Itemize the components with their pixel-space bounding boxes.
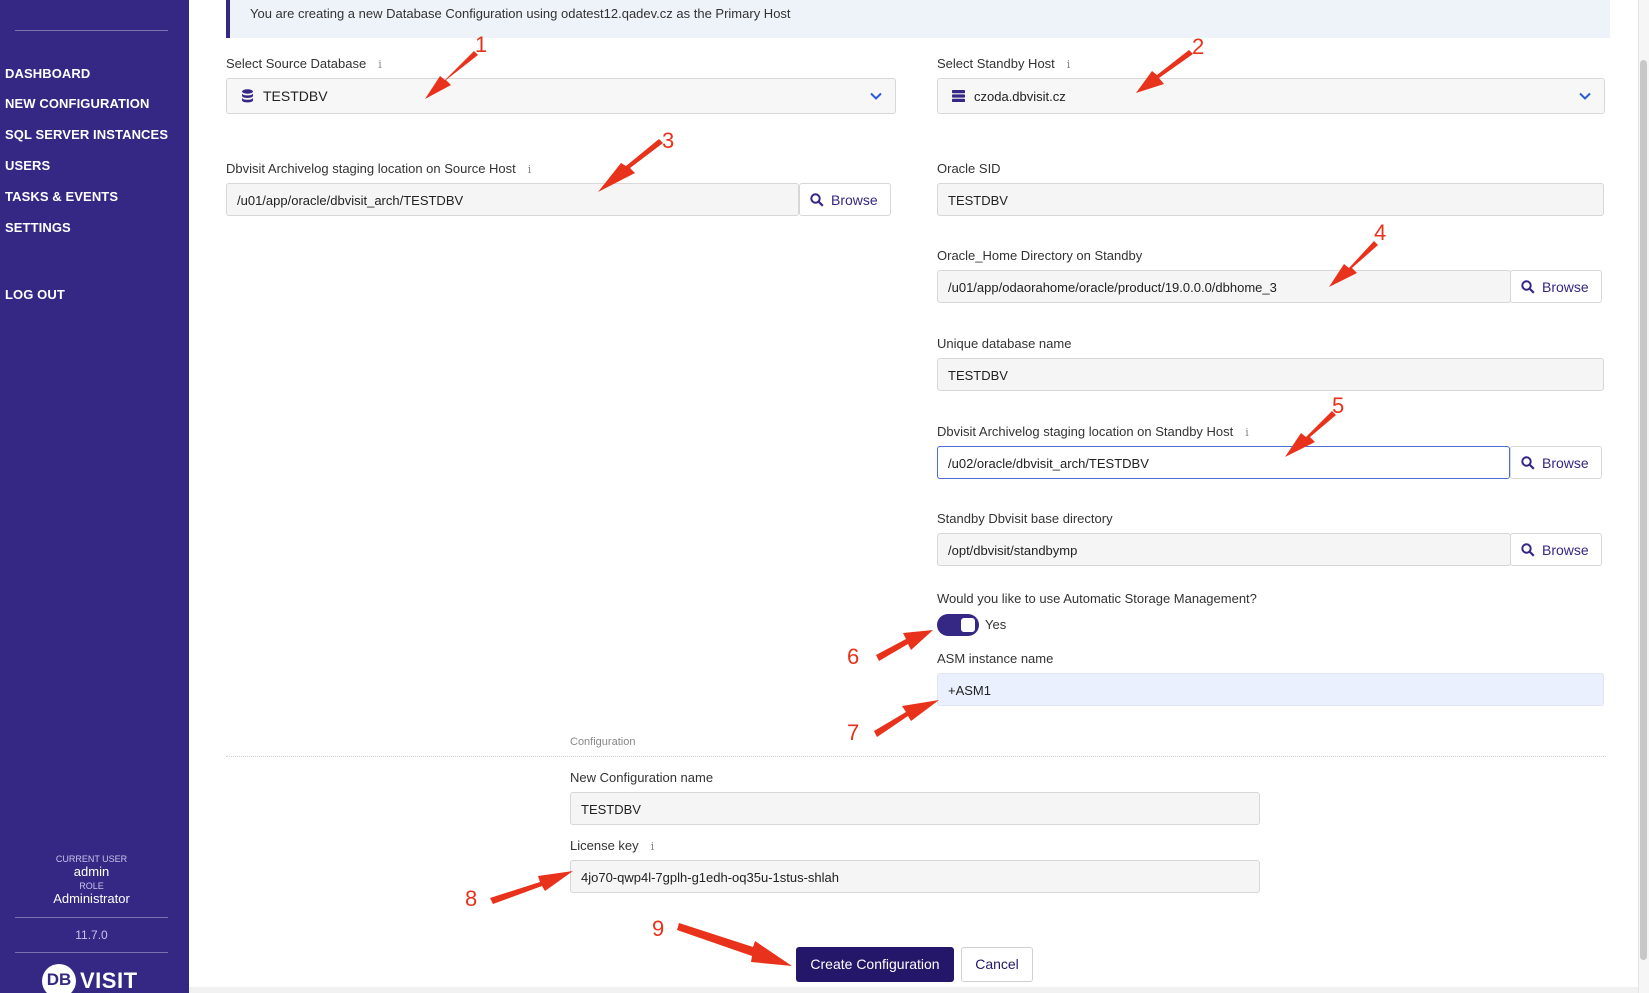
annotation-arrow-2: [1136, 50, 1193, 93]
annotation-arrow-4: [1329, 241, 1378, 287]
annotation-9: 9: [652, 916, 665, 941]
annotation-arrows: [425, 50, 1378, 966]
annotation-4: 4: [1374, 220, 1387, 245]
annotation-arrow-7: [874, 700, 939, 737]
annotation-5: 5: [1332, 393, 1345, 418]
annotation-6: 6: [847, 644, 860, 669]
annotation-arrow-5: [1285, 411, 1336, 457]
annotation-arrow-6: [876, 630, 933, 661]
annotation-arrow-1: [425, 51, 478, 99]
annotation-8: 8: [465, 886, 478, 911]
annotation-arrow-3: [598, 139, 663, 192]
annotation-1: 1: [475, 32, 488, 57]
annotation-7: 7: [847, 720, 860, 745]
annotation-3: 3: [662, 128, 675, 153]
annotation-arrow-8: [490, 871, 573, 904]
annotation-arrow-9: [677, 923, 792, 966]
annotation-2: 2: [1192, 34, 1205, 59]
